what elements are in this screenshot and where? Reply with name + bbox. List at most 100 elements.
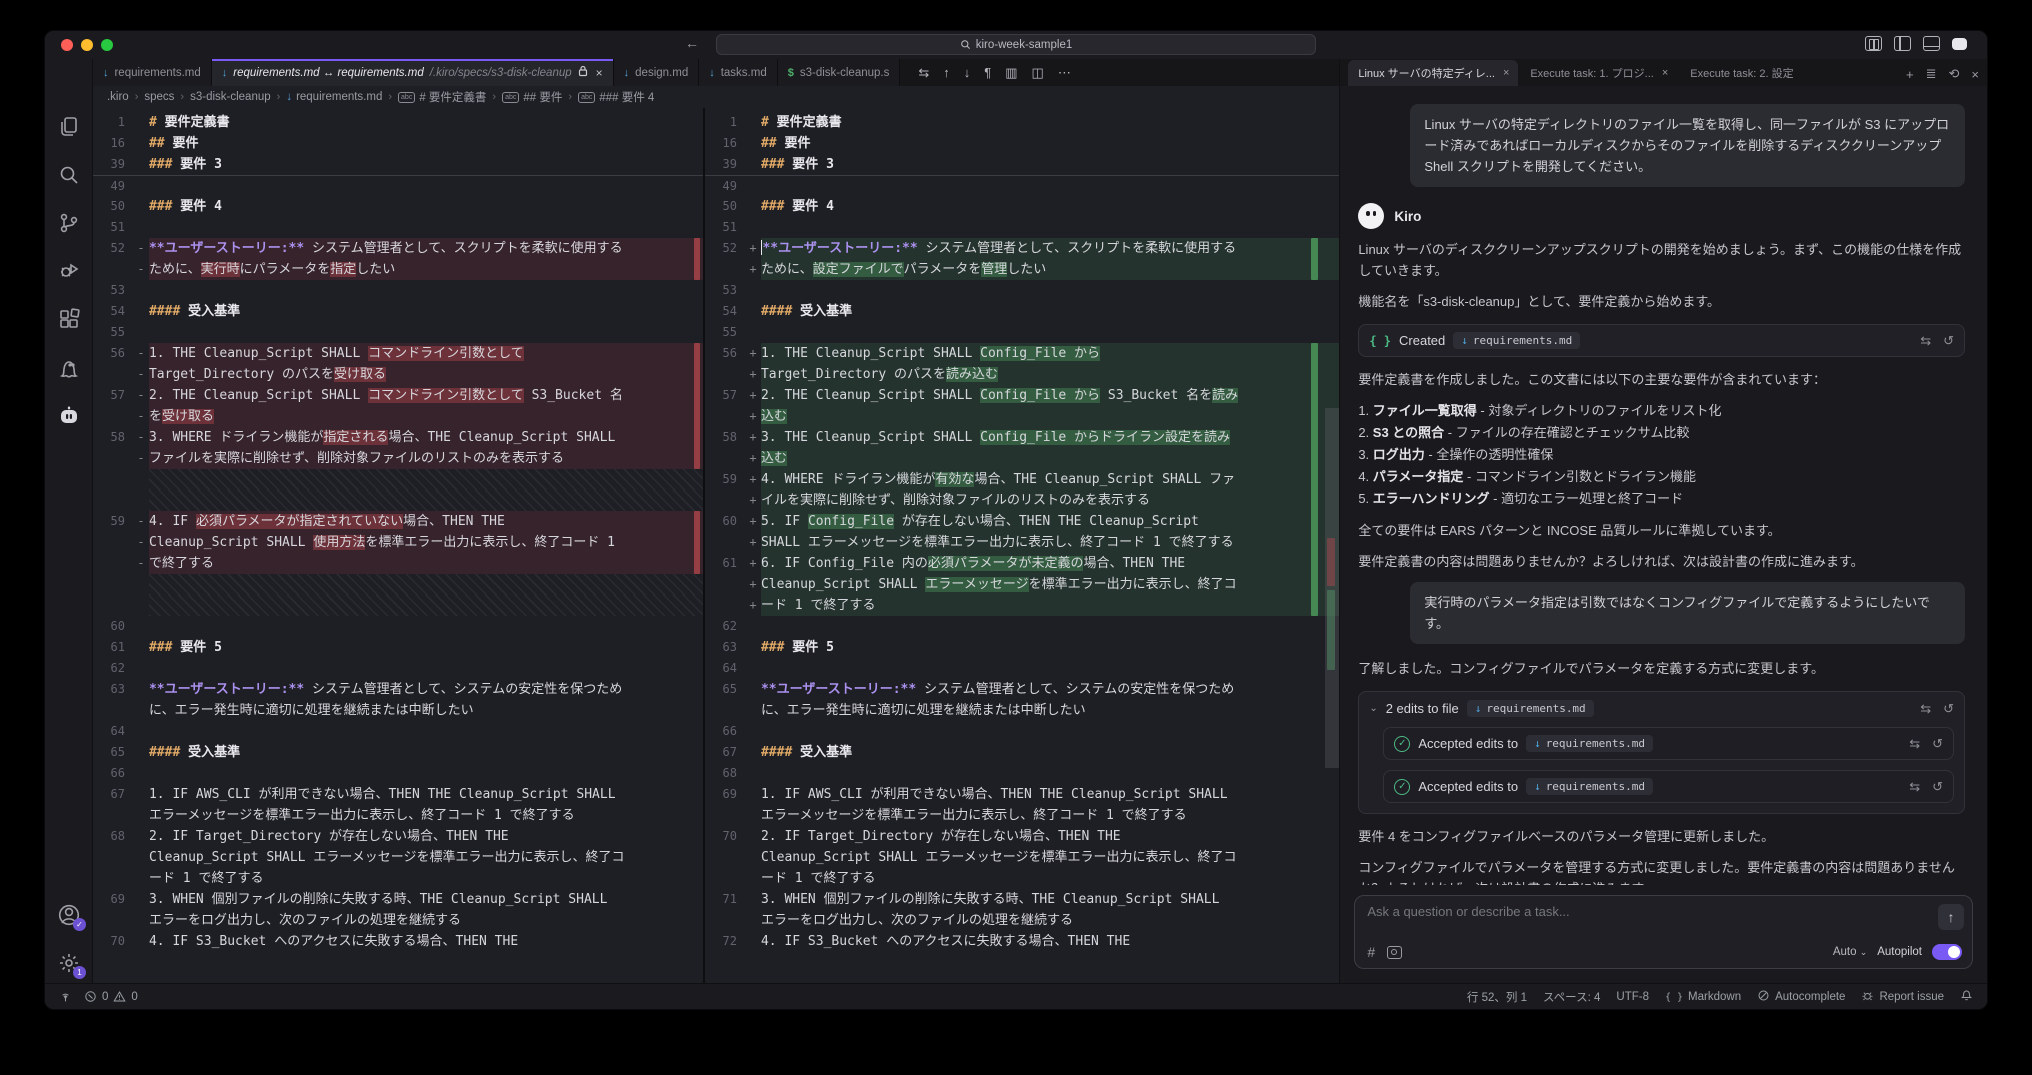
close-tab-icon[interactable]: ×	[596, 66, 603, 80]
code-line[interactable]: 込む	[760, 448, 1340, 469]
map-icon[interactable]: ▥	[1005, 65, 1017, 81]
source-control-icon[interactable]	[57, 211, 81, 235]
code-line[interactable]: #### 受入基準	[761, 742, 1339, 763]
breadcrumb-item[interactable]: abc # 要件定義書	[398, 89, 486, 105]
breadcrumb[interactable]: .kiro › specs › s3-disk-cleanup › ↓ requirement…	[92, 86, 1340, 108]
new-session-icon[interactable]: +	[1906, 67, 1914, 82]
revert-icon[interactable]: ↺	[1943, 701, 1954, 717]
code-line[interactable]: ### 要件 5	[149, 637, 703, 658]
status-item[interactable]: Autocomplete	[1757, 989, 1845, 1005]
explorer-icon[interactable]	[57, 115, 81, 139]
revert-icon[interactable]: ↺	[1943, 333, 1954, 349]
toggle-panel-icon[interactable]	[1923, 36, 1940, 51]
code-line[interactable]: 込む	[760, 406, 1340, 427]
code-line[interactable]: ## 要件	[761, 133, 1339, 154]
code-line[interactable]: ード 1 で終了する	[149, 868, 703, 889]
code-line[interactable]	[761, 763, 1339, 784]
code-line[interactable]	[761, 721, 1339, 742]
file-chip[interactable]: ↓ requirements.md	[1526, 778, 1654, 795]
code-line[interactable]: ファイルを実際に削除せず、削除対象ファイルのリストのみを表示する	[148, 448, 703, 469]
toggle-sidebar-icon[interactable]	[1894, 36, 1911, 51]
code-line[interactable]: SHALL エラーメッセージを標準エラー出力に表示し、終了コード 1 で終了する	[760, 532, 1340, 553]
breadcrumb-item[interactable]: abc ## 要件	[502, 89, 562, 105]
code-line[interactable]: ### 要件 4	[149, 196, 703, 217]
autopilot-bot-icon[interactable]	[57, 403, 81, 427]
chat-tab[interactable]: Execute task: 2. 設定	[1680, 60, 1803, 86]
open-diff-icon[interactable]: ⇆	[1920, 701, 1931, 717]
code-line[interactable]: エラーをログ出力し、次のファイルの処理を継続する	[761, 910, 1339, 931]
code-line[interactable]: 4. IF S3_Bucket へのアクセスに失敗する場合、THEN THE	[761, 931, 1339, 952]
code-line[interactable]: 4. WHERE ドライラン機能が有効な場合、THE Cleanup_Scrip…	[760, 469, 1340, 490]
code-line[interactable]: 4. IF S3_Bucket へのアクセスに失敗する場合、THEN THE	[149, 931, 703, 952]
code-line[interactable]	[761, 217, 1339, 238]
code-line[interactable]: **ユーザーストーリー:** システム管理者として、システムの安定性を保つため	[761, 679, 1339, 700]
kiro-ghost-icon[interactable]	[57, 355, 81, 379]
code-line[interactable]: 1. THE Cleanup_Script SHALL Config_File …	[760, 343, 1340, 364]
editor-tab[interactable]: ↓ requirements.md	[92, 59, 212, 86]
previous-change-icon[interactable]: ↑	[943, 65, 950, 80]
history-back-icon[interactable]: ←	[685, 35, 699, 51]
code-line[interactable]: # 要件定義書	[149, 112, 703, 133]
code-line[interactable]: エラーメッセージを標準エラー出力に表示し、終了コード 1 で終了する	[149, 805, 703, 826]
code-line[interactable]: で終了する	[148, 553, 703, 574]
window-controls[interactable]	[61, 39, 113, 51]
code-line[interactable]	[149, 176, 703, 196]
code-line[interactable]: Target_Directory のパスを受け取る	[148, 364, 703, 385]
edits-card[interactable]: ⌄ 2 edits to file ↓ requirements.md ⇆ ↺ ✓ Accep…	[1358, 691, 1965, 814]
send-button[interactable]: ↑	[1938, 904, 1964, 930]
code-line[interactable]: 4. IF 必須パラメータが指定されていない場合、THEN THE	[148, 511, 703, 532]
status-item[interactable]: スペース: 4	[1543, 989, 1600, 1005]
breadcrumb-item[interactable]: abc ### 要件 4	[578, 89, 654, 105]
code-line[interactable]	[148, 469, 703, 490]
breadcrumb-item[interactable]: specs	[144, 91, 174, 103]
code-line[interactable]	[148, 595, 703, 616]
close-panel-icon[interactable]: ×	[1971, 67, 1979, 82]
status-item[interactable]: UTF-8	[1616, 991, 1649, 1003]
code-line[interactable]: ために、実行時にパラメータを指定したい	[148, 259, 703, 280]
code-line[interactable]: 1. IF AWS_CLI が利用できない場合、THEN THE Cleanup…	[761, 784, 1339, 805]
code-line[interactable]	[148, 574, 703, 595]
code-line[interactable]	[149, 721, 703, 742]
code-line[interactable]: ### 要件 5	[761, 637, 1339, 658]
file-chip[interactable]: ↓ requirements.md	[1466, 700, 1594, 717]
code-line[interactable]: に、エラー発生時に適切に処理を継続または中断したい	[149, 700, 703, 721]
code-line[interactable]: #### 受入基準	[149, 301, 703, 322]
code-line[interactable]: 3. WHERE ドライラン機能が指定される場合、THE Cleanup_Scr…	[148, 427, 703, 448]
close-tab-icon[interactable]: ×	[1503, 67, 1509, 79]
next-change-icon[interactable]: ↓	[964, 65, 971, 80]
code-line[interactable]: 6. IF Config_File 内の必須パラメータが未定義の場合、THEN …	[760, 553, 1340, 574]
scrollbar-thumb[interactable]	[1325, 408, 1340, 768]
chat-input-box[interactable]: ↑ # Auto ⌄ Autopilot	[1354, 895, 1973, 969]
code-line[interactable]: ード 1 で終了する	[761, 868, 1339, 889]
editor-tab[interactable]: $ s3-disk-cleanup.s	[777, 59, 901, 86]
history-icon[interactable]: ⟲	[1949, 66, 1960, 82]
code-line[interactable]: 3. WHEN 個別ファイルの削除に失敗する時、THE Cleanup_Scri…	[761, 889, 1339, 910]
open-diff-icon[interactable]: ⇆	[1920, 333, 1931, 349]
close-tab-icon[interactable]: ×	[1662, 67, 1668, 79]
code-line[interactable]: 3. WHEN 個別ファイルの削除に失敗する時、THE Cleanup_Scri…	[149, 889, 703, 910]
code-line[interactable]: Target_Directory のパスを読み込む	[760, 364, 1340, 385]
code-line[interactable]: #### 受入基準	[761, 301, 1339, 322]
code-line[interactable]: エラーをログ出力し、次のファイルの処理を継続する	[149, 910, 703, 931]
maximize-window-button[interactable]	[101, 39, 113, 51]
status-item[interactable]: Report issue	[1861, 989, 1944, 1005]
file-chip[interactable]: ↓ requirements.md	[1526, 735, 1654, 752]
code-line[interactable]: Cleanup_Script SHALL 使用方法を標準エラー出力に表示し、終了…	[148, 532, 703, 553]
code-line[interactable]	[149, 217, 703, 238]
notifications-bell-icon[interactable]	[1960, 989, 1973, 1005]
context-hash-icon[interactable]: #	[1367, 944, 1375, 960]
code-line[interactable]	[761, 322, 1339, 343]
status-item[interactable]: 行 52、列 1	[1467, 989, 1527, 1005]
code-line[interactable]: ### 要件 3	[149, 154, 703, 175]
code-line[interactable]: #### 受入基準	[149, 742, 703, 763]
task-list-icon[interactable]: ≣	[1926, 66, 1937, 82]
code-line[interactable]	[149, 280, 703, 301]
code-line[interactable]: 2. IF Target_Directory が存在しない場合、THEN THE	[149, 826, 703, 847]
problems-indicator[interactable]: 0 0	[84, 990, 138, 1003]
code-line[interactable]: **ユーザーストーリー:** システム管理者として、システムの安定性を保つため	[149, 679, 703, 700]
revert-icon[interactable]: ↺	[1932, 779, 1943, 795]
command-center-search[interactable]: kiro-week-sample1	[716, 34, 1316, 55]
code-line[interactable]	[761, 280, 1339, 301]
editor-tab[interactable]: ↓ design.md	[613, 59, 700, 86]
editor-tab[interactable]: ↓ tasks.md	[699, 59, 778, 86]
